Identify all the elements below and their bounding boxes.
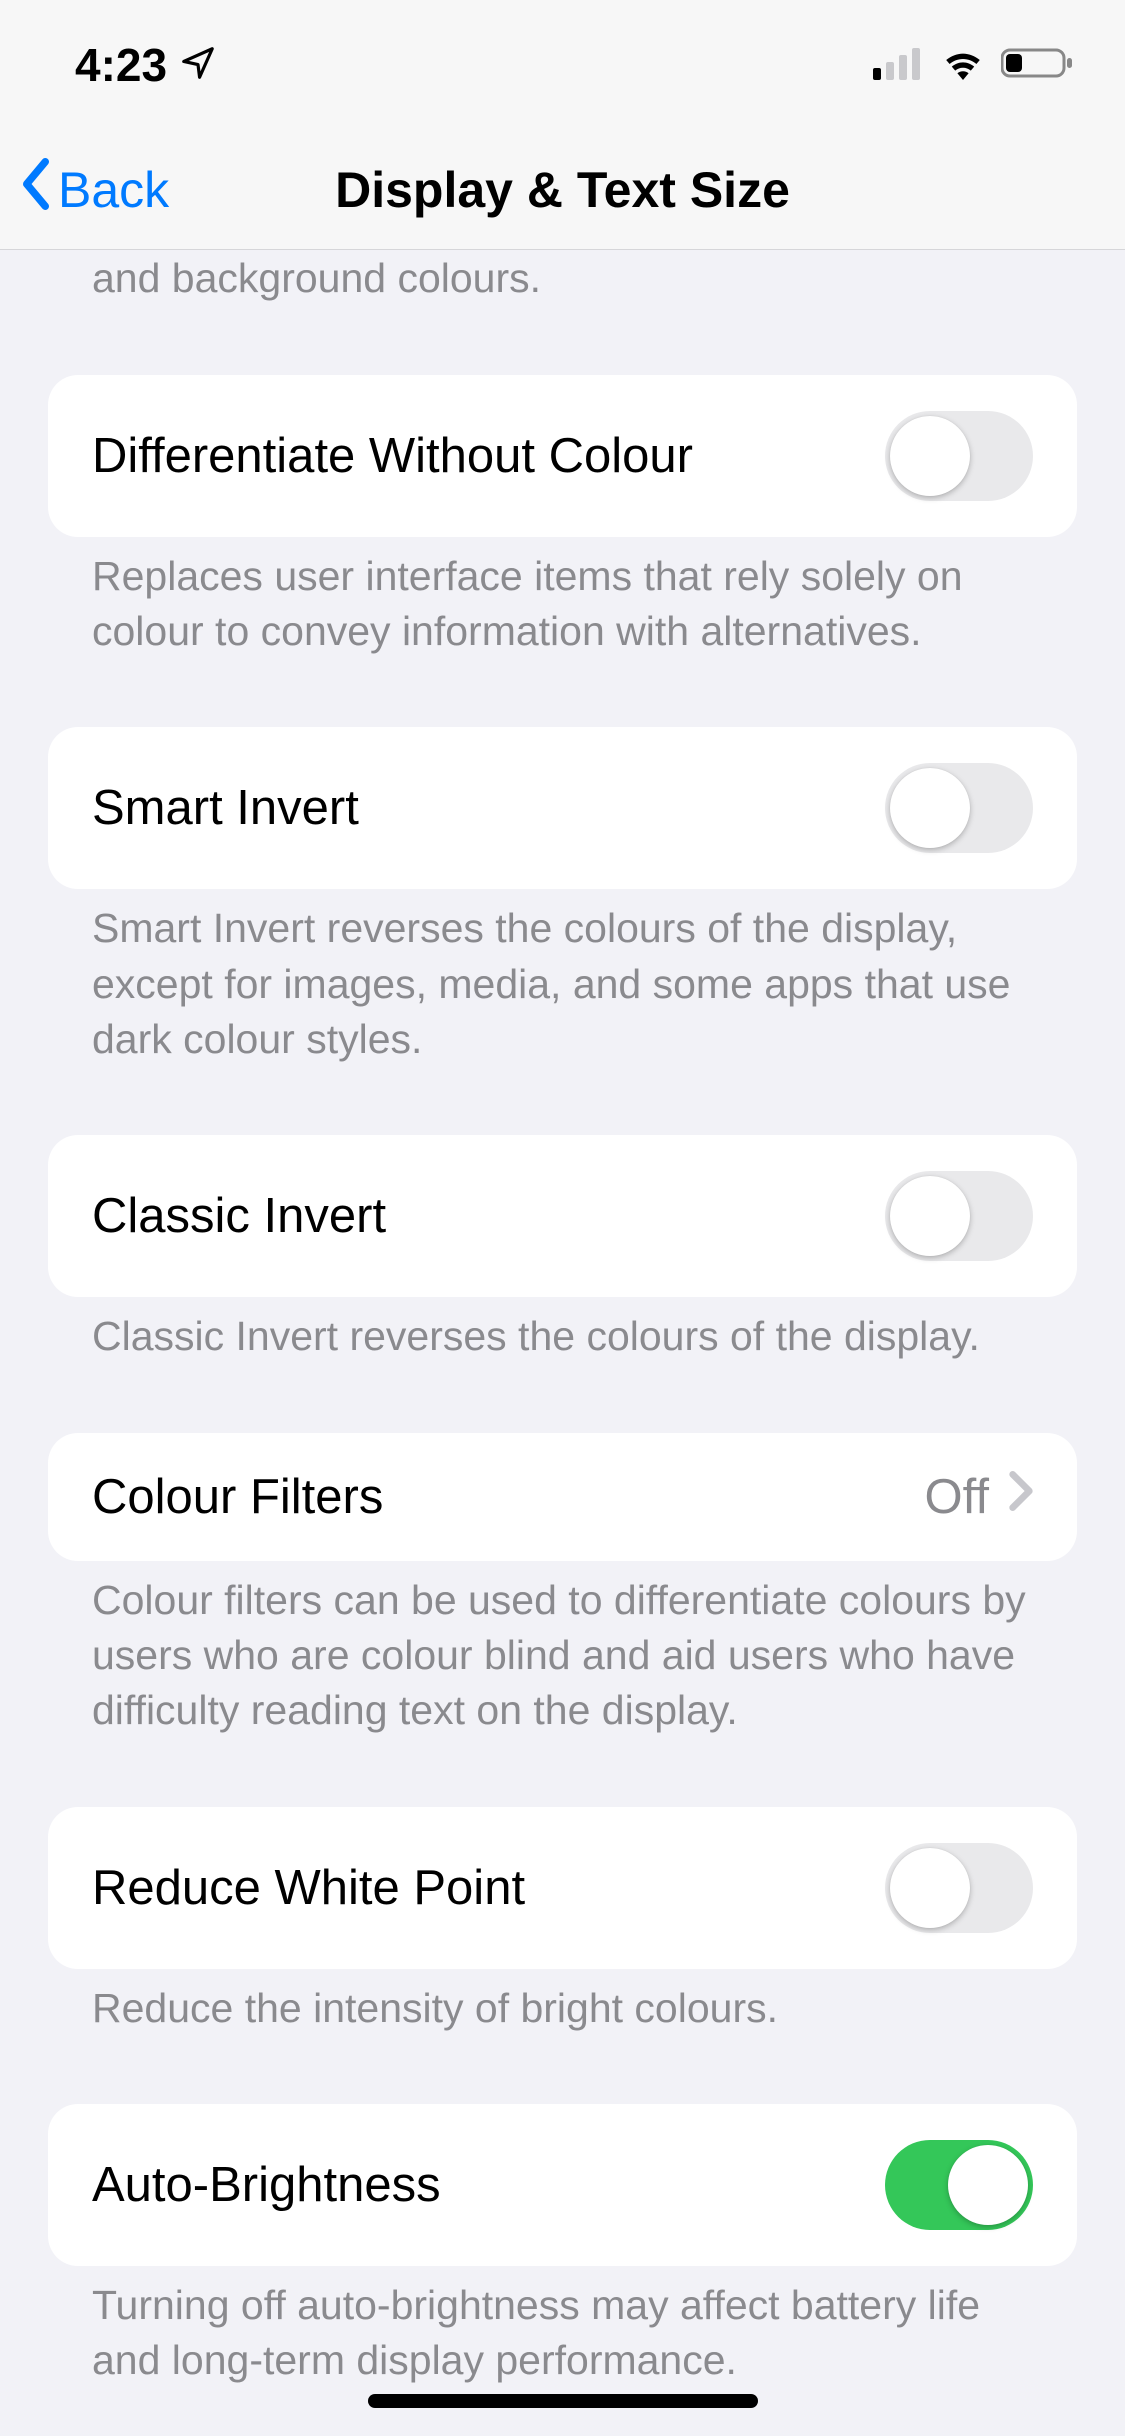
toggle-classic-invert[interactable]: [885, 1171, 1033, 1261]
nav-bar: Back Display & Text Size: [0, 130, 1125, 250]
cell-smart-invert[interactable]: Smart Invert: [48, 727, 1077, 889]
toggle-knob: [890, 416, 970, 496]
group-footer: Smart Invert reverses the colours of the…: [0, 889, 1125, 1085]
chevron-right-icon: [1009, 1471, 1033, 1522]
cell-differentiate-without-colour[interactable]: Differentiate Without Colour: [48, 375, 1077, 537]
group-footer: Reduce the intensity of bright colours.: [0, 1969, 1125, 2054]
cell-auto-brightness[interactable]: Auto-Brightness: [48, 2104, 1077, 2266]
toggle-knob: [948, 2145, 1028, 2225]
status-time: 4:23: [75, 38, 167, 92]
battery-icon: [1001, 46, 1075, 85]
cell-reduce-white-point[interactable]: Reduce White Point: [48, 1807, 1077, 1969]
toggle-smart-invert[interactable]: [885, 763, 1033, 853]
back-label: Back: [58, 161, 169, 219]
toggle-reduce-white-point[interactable]: [885, 1843, 1033, 1933]
location-icon: [179, 44, 217, 87]
cell-title: Differentiate Without Colour: [92, 428, 693, 484]
group-footer-prev: Increase colour contrast between app for…: [0, 251, 1125, 325]
chevron-left-icon: [18, 158, 54, 222]
cell-title: Auto-Brightness: [92, 2157, 441, 2213]
group-footer: Colour filters can be used to differenti…: [0, 1561, 1125, 1757]
group-footer: Turning off auto-brightness may affect b…: [0, 2266, 1125, 2407]
toggle-differentiate-without-colour[interactable]: [885, 411, 1033, 501]
settings-scroll[interactable]: Increase colour contrast between app for…: [0, 251, 1125, 2436]
toggle-knob: [890, 768, 970, 848]
cell-title: Reduce White Point: [92, 1860, 525, 1916]
cell-title: Classic Invert: [92, 1188, 386, 1244]
status-right: [873, 46, 1075, 85]
cell-title: Colour Filters: [92, 1469, 383, 1525]
home-indicator[interactable]: [368, 2394, 758, 2408]
wifi-icon: [939, 46, 987, 85]
cell-colour-filters[interactable]: Colour Filters Off: [48, 1433, 1077, 1561]
cell-title: Smart Invert: [92, 780, 359, 836]
cellular-signal-icon: [873, 46, 925, 85]
back-button[interactable]: Back: [18, 158, 169, 222]
status-bar: 4:23: [0, 0, 1125, 130]
toggle-auto-brightness[interactable]: [885, 2140, 1033, 2230]
status-left: 4:23: [75, 38, 217, 92]
cell-value: Off: [925, 1469, 989, 1525]
group-footer: Classic Invert reverses the colours of t…: [0, 1297, 1125, 1382]
cell-classic-invert[interactable]: Classic Invert: [48, 1135, 1077, 1297]
group-footer: Replaces user interface items that rely …: [0, 537, 1125, 678]
toggle-knob: [890, 1176, 970, 1256]
page-title: Display & Text Size: [335, 161, 790, 219]
toggle-knob: [890, 1848, 970, 1928]
